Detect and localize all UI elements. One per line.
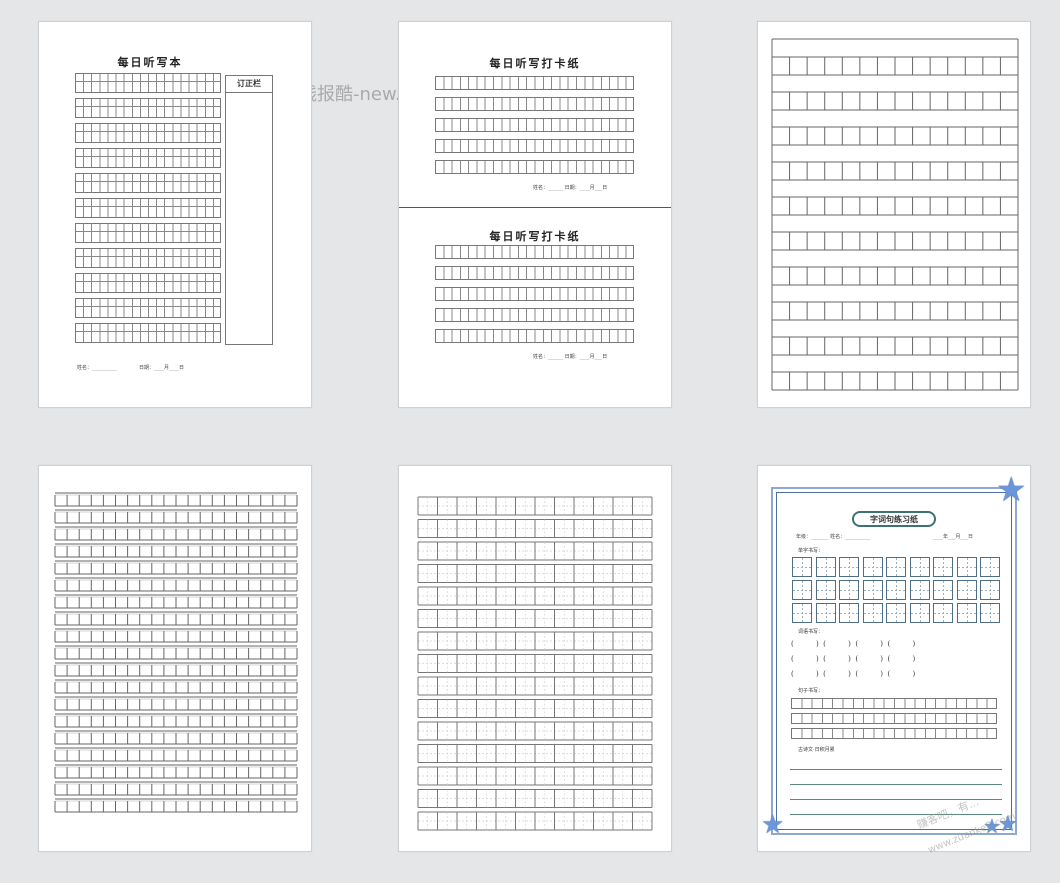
footer-top: 姓名：______ 日期：____月___日 [533, 185, 608, 191]
sheet-title: 每日听写本 [117, 56, 183, 69]
name-field: 姓名：__________ [77, 365, 118, 371]
tian-cell [839, 580, 859, 600]
template-card-square-grid[interactable] [38, 465, 312, 852]
tian-cell [980, 580, 1000, 600]
grid-strip [435, 329, 634, 343]
tian-cell [839, 603, 859, 623]
single-char-label: 单字书写： [798, 548, 824, 554]
tian-cell [956, 557, 977, 577]
tian-cell [815, 557, 836, 577]
grid-strip [75, 148, 221, 168]
tian-cell [886, 580, 906, 600]
grid-strip [435, 245, 634, 259]
words-label: 词语书写： [798, 629, 824, 635]
tian-cell [815, 580, 836, 600]
writing-line [790, 784, 1002, 785]
grid-strip [435, 160, 634, 174]
date-field: ____年___月___日 [933, 534, 974, 540]
grid-strip [75, 298, 221, 318]
star-icon: ★ [761, 810, 785, 840]
writing-line [790, 769, 1002, 770]
grid-lines [417, 496, 653, 831]
tian-cell [909, 603, 930, 623]
tian-cell [909, 557, 930, 577]
paren-row: ( ) ( ) ( ) ( ) [791, 670, 916, 678]
grid-strip [75, 273, 221, 293]
grid-strip [75, 98, 221, 118]
grid-strip [75, 248, 221, 268]
tian-cell [862, 580, 883, 600]
tian-cell [792, 580, 812, 600]
sheet-title-top: 每日听写打卡纸 [489, 57, 581, 70]
template-card-pinyin-grid[interactable] [398, 465, 672, 852]
template-card-checkin-sheet[interactable]: 每日听写打卡纸 姓名：______ 日期：____月___日 每日听写打卡纸 姓… [398, 21, 672, 408]
grid-strip [791, 713, 997, 724]
tian-cell [980, 557, 1000, 577]
grid-strip [75, 223, 221, 243]
grid-strip [75, 323, 221, 343]
tian-cell [956, 580, 977, 600]
grid-strip [791, 728, 997, 739]
template-card-word-practice[interactable]: 字词句练习纸 年级：_______ 姓名：__________ ____年___… [757, 465, 1031, 852]
grid-lines [771, 38, 1019, 391]
tian-cell [862, 557, 883, 577]
date-field: 日期：____月____日 [139, 365, 185, 371]
grid-strip [435, 97, 634, 111]
template-card-writing-grid[interactable] [757, 21, 1031, 408]
writing-line [790, 814, 1002, 815]
grid-strip [435, 118, 634, 132]
tian-cell [839, 557, 859, 577]
grid-strip [435, 266, 634, 280]
tian-cell [933, 603, 953, 623]
tian-cell [933, 557, 953, 577]
correction-label: 订正栏 [237, 78, 261, 88]
paren-row: ( ) ( ) ( ) ( ) [791, 655, 916, 663]
tian-cell [886, 603, 906, 623]
tian-cell [980, 603, 1000, 623]
tian-cell [792, 603, 812, 623]
tian-cell [792, 557, 812, 577]
grid-strip [435, 139, 634, 153]
grid-strip [435, 287, 634, 301]
tian-cell [886, 557, 906, 577]
sheet-title: 字词句练习纸 [852, 511, 936, 527]
grid-strip [75, 173, 221, 193]
tian-cell [933, 580, 953, 600]
footer-bottom: 姓名：______ 日期：____月___日 [533, 354, 608, 360]
sentence-label: 句子书写： [798, 688, 824, 694]
poem-label: 古诗文·日积月累 [798, 747, 835, 753]
tian-cell [956, 603, 977, 623]
template-card-dictation-book[interactable]: 每日听写本 订正栏 姓名：__________ 日期：____月____日 [38, 21, 312, 408]
sheet-title-bottom: 每日听写打卡纸 [489, 230, 581, 243]
cut-line [399, 207, 671, 208]
tian-cell [815, 603, 836, 623]
grid-strip [435, 308, 634, 322]
star-icon: ★ [996, 470, 1027, 510]
tian-cell [909, 580, 930, 600]
paren-row: ( ) ( ) ( ) ( ) [791, 640, 916, 648]
grade-name-field: 年级：_______ 姓名：__________ [796, 534, 871, 540]
tian-cell [862, 603, 883, 623]
grid-strip [75, 123, 221, 143]
grid-strip [75, 73, 221, 93]
grid-strip [435, 76, 634, 90]
correction-column: 订正栏 [225, 75, 273, 345]
grid-strip [791, 698, 997, 709]
grid-lines [54, 492, 298, 813]
grid-strip [75, 198, 221, 218]
